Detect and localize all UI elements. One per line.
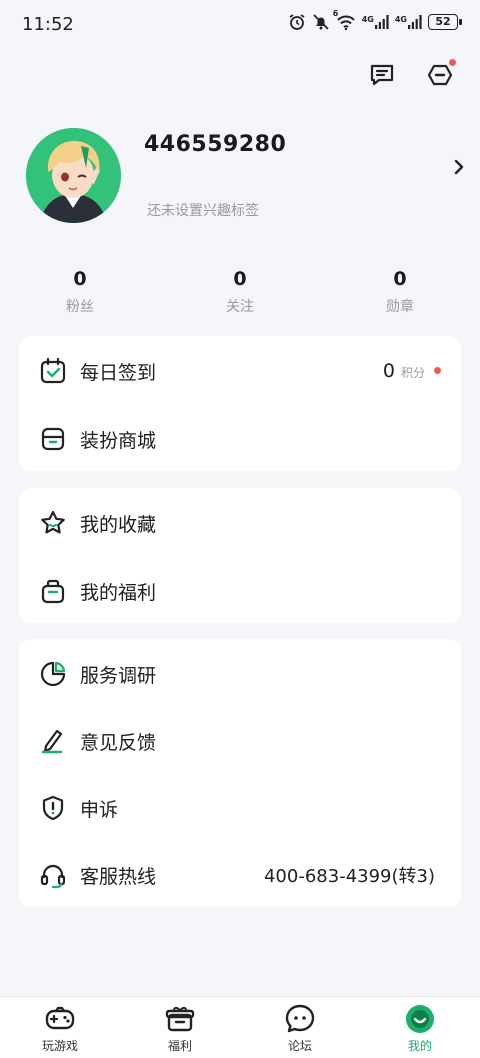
daily-checkin-label: 每日签到 xyxy=(80,362,157,384)
profile-header[interactable]: 446559280 还未设置兴趣标签 xyxy=(26,128,466,224)
mute-icon xyxy=(313,14,329,30)
wifi-badge: 6 xyxy=(332,9,339,18)
signal-1: 4G xyxy=(362,15,389,29)
tab-forum[interactable]: 论坛 xyxy=(260,1003,340,1054)
status-icons: 6 4G 4G 52 xyxy=(288,9,462,31)
medals-count: 0 xyxy=(393,268,407,290)
gamepad-icon xyxy=(45,1006,75,1030)
points-value: 0 xyxy=(382,360,395,382)
avatar-illustration xyxy=(26,128,121,223)
network-label-2: 4G xyxy=(394,15,407,24)
favorites-label: 我的收藏 xyxy=(80,514,157,536)
battery-indicator: 52 xyxy=(428,14,462,30)
username: 446559280 xyxy=(144,132,287,157)
avatar[interactable] xyxy=(26,128,121,223)
network-label-1: 4G xyxy=(361,15,374,24)
menu-item-survey[interactable]: 服务调研 xyxy=(19,639,461,707)
stats-row: 0 粉丝 0 关注 0 勋章 xyxy=(0,268,480,318)
signal-bars-icon xyxy=(374,15,389,29)
signal-bars-icon xyxy=(408,15,422,29)
menu-item-feedback[interactable]: 意见反馈 xyxy=(19,706,461,774)
followers-label: 粉丝 xyxy=(66,299,94,315)
tab-welfare-label: 福利 xyxy=(167,1039,192,1053)
shield-alert-icon xyxy=(39,794,67,822)
signal-2: 4G xyxy=(395,15,422,29)
tab-me-label: 我的 xyxy=(407,1039,432,1053)
tab-welfare[interactable]: 福利 xyxy=(140,1003,220,1054)
gift-icon xyxy=(165,1006,195,1032)
card-checkin-group: 每日签到 0 积分 装扮商城 xyxy=(19,336,461,471)
medals-label: 勋章 xyxy=(386,299,414,315)
profile-chevron[interactable] xyxy=(452,158,466,176)
menu-item-appeal[interactable]: 申诉 xyxy=(19,773,461,841)
message-icon xyxy=(370,64,394,86)
menu-item-favorites[interactable]: 我的收藏 xyxy=(19,488,461,556)
calendar-check-icon xyxy=(39,357,67,385)
appeal-label: 申诉 xyxy=(80,799,119,821)
hotline-label: 客服热线 xyxy=(80,866,157,888)
tab-play-games-label: 玩游戏 xyxy=(41,1039,78,1053)
status-bar: 11:52 6 4G 4G 52 xyxy=(0,0,480,50)
menu-item-my-welfare[interactable]: 我的福利 xyxy=(19,556,461,624)
dress-shop-label: 装扮商城 xyxy=(80,430,157,452)
stat-following[interactable]: 0 关注 xyxy=(190,268,290,316)
top-actions xyxy=(368,59,456,89)
menu-item-dress-shop[interactable]: 装扮商城 xyxy=(19,404,461,472)
points-display: 0 积分 xyxy=(383,360,425,382)
headset-icon xyxy=(39,861,67,889)
interest-tagline[interactable]: 还未设置兴趣标签 xyxy=(147,200,259,220)
survey-icon xyxy=(39,660,67,688)
hotline-number[interactable]: 400-683-4399(转3) xyxy=(264,862,435,888)
points-unit: 积分 xyxy=(400,366,425,380)
tab-me[interactable]: 我的 xyxy=(380,1003,460,1054)
gift-box-icon xyxy=(39,577,67,605)
card-collection-group: 我的收藏 我的福利 xyxy=(19,488,461,623)
me-icon xyxy=(406,1005,434,1033)
alarm-icon xyxy=(289,14,305,30)
my-welfare-label: 我的福利 xyxy=(80,582,157,604)
forum-icon xyxy=(285,1004,315,1033)
star-icon xyxy=(39,509,67,537)
status-time: 11:52 xyxy=(22,14,74,35)
followers-count: 0 xyxy=(73,268,87,290)
message-button[interactable] xyxy=(368,61,396,89)
survey-label: 服务调研 xyxy=(80,665,157,687)
pen-icon xyxy=(39,727,67,755)
following-count: 0 xyxy=(233,268,247,290)
settings-button[interactable] xyxy=(426,59,456,89)
menu-item-daily-checkin[interactable]: 每日签到 0 积分 xyxy=(19,336,461,404)
following-label: 关注 xyxy=(226,299,254,315)
stat-followers[interactable]: 0 粉丝 xyxy=(30,268,130,316)
shop-icon xyxy=(39,425,67,453)
tab-forum-label: 论坛 xyxy=(287,1039,312,1053)
menu-item-hotline[interactable]: 客服热线 400-683-4399(转3) xyxy=(19,840,461,908)
settings-badge xyxy=(449,59,456,66)
bottom-tab-bar: 玩游戏 福利 论坛 我的 xyxy=(0,996,480,1058)
tab-play-games[interactable]: 玩游戏 xyxy=(20,1003,100,1054)
stat-medals[interactable]: 0 勋章 xyxy=(350,268,450,316)
feedback-label: 意见反馈 xyxy=(80,732,157,754)
card-service-group: 服务调研 意见反馈 申诉 客服热线 400-683-4399(转3) xyxy=(19,639,461,907)
wifi-icon: 6 xyxy=(333,9,356,31)
chevron-right-icon xyxy=(454,159,464,175)
checkin-badge xyxy=(434,367,441,374)
